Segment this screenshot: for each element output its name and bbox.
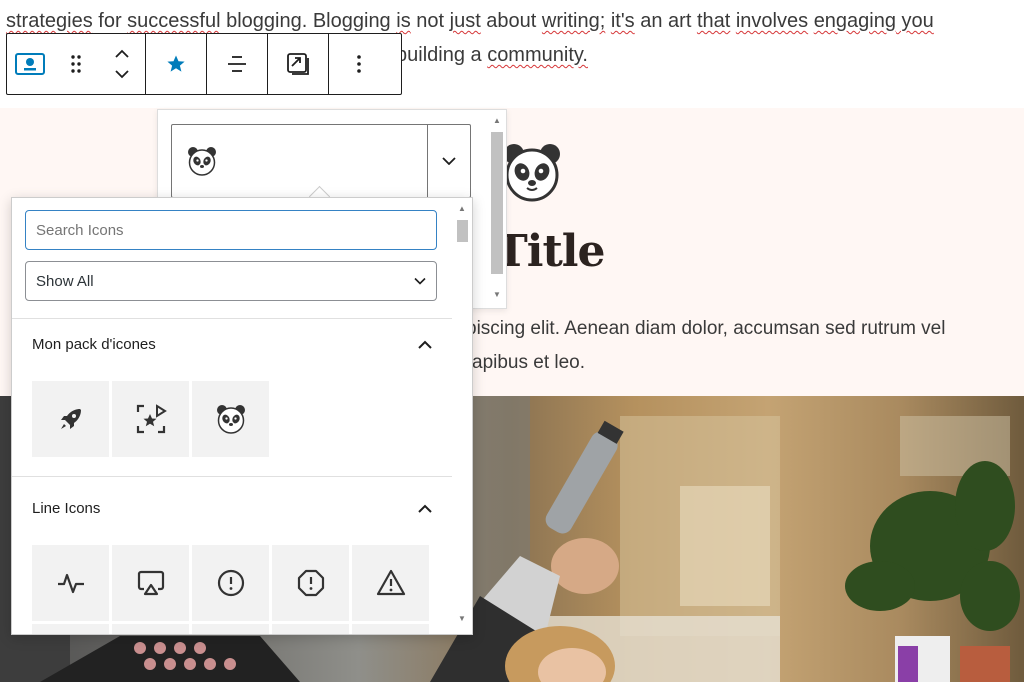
icon-grid-line-icons-row2 — [32, 624, 429, 634]
toolbar-group-more — [329, 34, 389, 94]
star-icon — [167, 55, 185, 72]
activity-icon — [57, 573, 84, 594]
cover-text[interactable]: piscing elit. Aenean diam dolor, accumsa… — [466, 312, 946, 373]
word: just — [449, 10, 481, 32]
scroll-up-arrow-icon[interactable]: ▲ — [458, 204, 466, 213]
scroll-down-arrow-icon[interactable]: ▼ — [458, 614, 466, 623]
icon-picker-button[interactable] — [146, 34, 206, 94]
word: successful — [127, 10, 221, 32]
icon-option[interactable] — [352, 624, 429, 634]
align-button[interactable] — [207, 34, 267, 94]
scrollbar[interactable]: ▲ ▼ — [455, 202, 470, 628]
text: blogging. Blogging — [220, 10, 397, 32]
icon-option[interactable] — [112, 624, 189, 634]
icon-option-activity[interactable] — [32, 545, 109, 621]
replace-media-icon — [287, 53, 309, 75]
text: an art — [634, 10, 697, 32]
search-icons-input[interactable] — [25, 210, 437, 250]
divider — [12, 318, 452, 319]
block-toolbar — [6, 33, 402, 95]
image-block-icon — [15, 53, 45, 75]
icon-select-toggle[interactable] — [427, 125, 470, 197]
move-buttons — [99, 34, 145, 94]
word: is — [396, 10, 411, 32]
text: for — [92, 10, 128, 32]
text: about — [480, 10, 542, 32]
panda-icon[interactable] — [500, 140, 564, 204]
alert-octagon-icon — [297, 569, 324, 597]
word: you — [896, 10, 934, 32]
scrollbar-thumb[interactable] — [491, 132, 503, 274]
airplay-icon — [137, 570, 164, 596]
scroll-up-arrow-icon[interactable]: ▲ — [493, 116, 501, 125]
replace-button[interactable] — [268, 34, 328, 94]
alert-triangle-icon — [376, 569, 405, 596]
toolbar-group-replace — [268, 34, 329, 94]
text: not — [410, 10, 450, 32]
toolbar-group-align — [207, 34, 268, 94]
chevron-up-icon[interactable] — [114, 49, 130, 58]
toolbar-group-icon — [146, 34, 207, 94]
word: engaging — [813, 10, 896, 32]
section-title: Mon pack d'icones — [32, 336, 156, 353]
word: it's — [610, 10, 635, 32]
block-type-button[interactable] — [7, 34, 53, 94]
icon-filter-select[interactable]: Show All — [25, 261, 437, 301]
divider — [12, 476, 452, 477]
word: strategies — [6, 10, 93, 32]
drag-handle[interactable] — [53, 34, 99, 94]
section-header-line-icons[interactable]: Line Icons — [32, 500, 432, 517]
icon-option[interactable] — [32, 624, 109, 634]
filter-value: Show All — [36, 272, 94, 290]
drag-handle-icon — [71, 55, 81, 73]
text: apibus et leo. — [472, 352, 586, 373]
icon-option-alert-octagon[interactable] — [272, 545, 349, 621]
icon-grid-line-icons — [32, 545, 429, 621]
more-vertical-icon — [357, 55, 361, 73]
icon-option-airplay[interactable] — [112, 545, 189, 621]
chevron-down-icon — [414, 277, 426, 285]
chevron-up-icon — [418, 340, 432, 349]
cover-title[interactable]: Title — [495, 226, 605, 277]
scrollbar[interactable]: ▲ ▼ — [490, 114, 504, 304]
panda-icon — [216, 405, 245, 434]
chevron-up-icon — [418, 504, 432, 513]
icon-option[interactable] — [192, 624, 269, 634]
icon-grid-mon-pack — [32, 381, 269, 457]
word: writing; — [541, 10, 606, 32]
icon-option-alert-circle[interactable] — [192, 545, 269, 621]
icon-option-panda[interactable] — [192, 381, 269, 457]
rocket-icon — [60, 409, 81, 429]
align-center-icon — [228, 56, 246, 72]
scroll-down-arrow-icon[interactable]: ▼ — [493, 290, 501, 299]
text: piscing elit. Aenean diam dolor, accumsa… — [466, 318, 946, 339]
word: community. — [487, 44, 588, 66]
icon-option-star-scan[interactable] — [112, 381, 189, 457]
alert-circle-icon — [217, 569, 244, 597]
icon-option[interactable] — [272, 624, 349, 634]
section-title: Line Icons — [32, 500, 101, 517]
icon-option-alert-triangle[interactable] — [352, 545, 429, 621]
word: involves — [735, 10, 809, 32]
star-scan-icon — [136, 404, 167, 434]
icon-picker-dropdown: Show All Mon pack d'icones — [11, 197, 473, 635]
toolbar-group-block — [7, 34, 146, 94]
chevron-down-icon[interactable] — [114, 70, 130, 79]
panda-icon — [188, 147, 216, 176]
chevron-down-icon — [442, 157, 456, 165]
icon-option-rocket[interactable] — [32, 381, 109, 457]
scrollbar-thumb[interactable] — [457, 220, 468, 242]
paragraph-line-2: building a community. — [396, 38, 588, 72]
more-options-button[interactable] — [329, 34, 389, 94]
section-header-mon-pack[interactable]: Mon pack d'icones — [32, 336, 432, 353]
text: building a — [396, 44, 488, 66]
word: that — [696, 10, 731, 32]
